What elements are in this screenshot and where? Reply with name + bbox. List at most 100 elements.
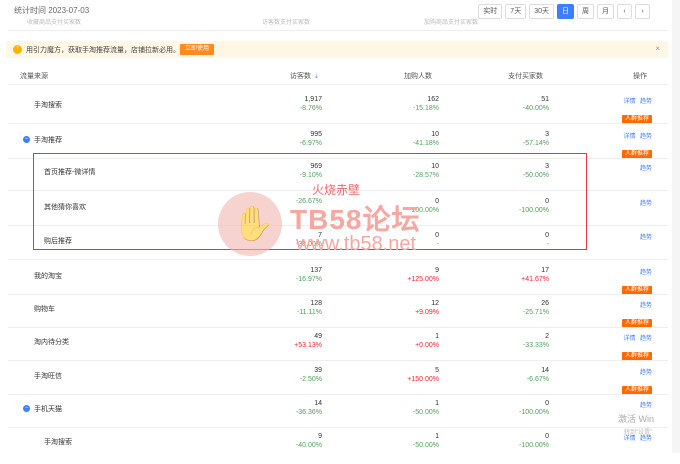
lightbulb-icon: ! [13, 45, 22, 54]
metric-value: 995 [310, 131, 322, 138]
metric-cell: 17 +41.67% [469, 266, 549, 284]
metric-cell: 39 -2.50% [242, 366, 322, 384]
trend-link[interactable]: 趋势 [640, 303, 652, 309]
detail-link[interactable]: 详情 [624, 99, 636, 105]
metric-change: -2.50% [299, 376, 322, 383]
trend-link[interactable]: 趋势 [640, 134, 652, 140]
metric-change: -100.00% [519, 409, 549, 416]
table-row: − 手机天猫 14 -36.36% 1 -50.00% 0 -100.00% 趋势 [0, 395, 670, 431]
col-buyers: 支付买家数 [508, 73, 543, 80]
metric-value: 128 [310, 300, 322, 307]
table-row: 手淘搜索 1,917 -8.76% 162 -15.18% 51 -40.00%… [0, 91, 670, 127]
row-actions: 趋势 人群推荐 [612, 365, 652, 396]
metric-cell: 14 -6.67% [469, 366, 549, 384]
metric-value: 39 [314, 367, 322, 374]
trend-link[interactable]: 趋势 [640, 99, 652, 105]
metric-change: -40.00% [522, 105, 549, 112]
metric-value: 1 [435, 400, 439, 407]
row-actions: 详情 趋势 人群推荐 [612, 94, 652, 125]
top-bar: 统计时间 2023-07-03 收藏商品支付买家数 访客数支付买家数 加购商品支… [0, 0, 680, 26]
metric-cell: 14 -36.36% [242, 399, 322, 417]
row-actions: 趋势 [612, 230, 652, 243]
close-icon[interactable]: × [655, 44, 660, 53]
os-activation-sub: 转到"设置" [624, 430, 653, 436]
metric-change: -100.00% [519, 442, 549, 449]
metric-change: -6.97% [299, 140, 322, 147]
period-realtime[interactable]: 实时 [478, 4, 503, 19]
period-day[interactable]: 日 [557, 4, 574, 19]
metric-value: 1,917 [304, 96, 322, 103]
row-actions: 趋势 人群推荐 [612, 265, 652, 296]
metric-value: 14 [314, 400, 322, 407]
metric-change: -33.33% [522, 342, 549, 349]
row-source-name: 手机天猫 [34, 406, 62, 413]
metric-cell: 10 -41.18% [359, 130, 439, 148]
metric-change: -6.67% [526, 376, 549, 383]
metric-cell: 51 -40.00% [469, 95, 549, 113]
collapse-icon[interactable]: − [23, 136, 30, 143]
period-switcher: 实时 7天 30天 日 周 月 ‹ › [478, 4, 650, 19]
metric-change: -36.36% [295, 409, 322, 416]
trend-link[interactable]: 趋势 [640, 270, 652, 276]
period-7d[interactable]: 7天 [505, 4, 527, 19]
metric-value: 3 [545, 131, 549, 138]
next-arrow-icon[interactable]: › [635, 4, 650, 19]
metric-value: 12 [431, 300, 439, 307]
table-row: 我的淘宝 137 -16.97% 9 +125.00% 17 +41.67% 趋… [0, 262, 670, 298]
metric-change: -50.00% [412, 442, 439, 449]
metric-cell: 12 +9.09% [359, 299, 439, 317]
table-row: 手淘搜索 9 -40.00% 1 -50.00% 0 -100.00% 详情 趋… [0, 428, 670, 464]
period-30d[interactable]: 30天 [529, 4, 554, 19]
row-actions: 趋势 [612, 398, 652, 411]
trend-link[interactable]: 趋势 [640, 166, 652, 172]
detail-link[interactable]: 详情 [624, 134, 636, 140]
promo-banner: ! 用引力魔方，获取手淘推荐流量，店铺拉新必用。 立即使用 × [6, 41, 668, 58]
row-actions: 趋势 [612, 196, 652, 209]
trend-link[interactable]: 趋势 [640, 436, 652, 442]
metric-value: 137 [310, 267, 322, 274]
divider [8, 259, 668, 260]
col-visitors-label: 访客数 [290, 73, 311, 80]
scrollbar[interactable] [672, 0, 680, 453]
trend-link[interactable]: 趋势 [640, 235, 652, 241]
sort-icon[interactable]: ⇣ [314, 73, 319, 80]
trend-link[interactable]: 趋势 [640, 403, 652, 409]
metric-value: 10 [431, 131, 439, 138]
metric-cell: 9 -40.00% [242, 432, 322, 450]
metric-cell: 0 -100.00% [469, 432, 549, 450]
col-visitors[interactable]: 访客数 ⇣ [290, 71, 319, 81]
banner-use-button[interactable]: 立即使用 [180, 44, 214, 55]
metric-cell: 1 -50.00% [359, 399, 439, 417]
metric-value: 9 [435, 267, 439, 274]
metric-cell: 162 -15.18% [359, 95, 439, 113]
metric-cell: 9 +125.00% [359, 266, 439, 284]
detail-link[interactable]: 详情 [624, 336, 636, 342]
table-row: 手淘旺信 39 -2.50% 5 +150.00% 14 -6.67% 趋势 人群… [0, 362, 670, 398]
row-source-name: 手淘搜索 [44, 439, 72, 446]
prev-arrow-icon[interactable]: ‹ [617, 4, 632, 19]
metric-value: 14 [541, 367, 549, 374]
metric-change: -25.71% [522, 309, 549, 316]
row-actions: 详情 趋势 人群推荐 [612, 331, 652, 362]
os-activation-notice: 激活 Win [618, 414, 655, 424]
sub-header: 加购商品支付买家数 [424, 20, 479, 26]
watermark-hand-icon [218, 192, 282, 256]
metric-change: +9.09% [415, 309, 439, 316]
row-source-name: 购物车 [34, 306, 55, 313]
col-addcart: 加购人数 [404, 73, 432, 80]
metric-cell: 0 -100.00% [469, 399, 549, 417]
trend-link[interactable]: 趋势 [640, 201, 652, 207]
detail-link[interactable]: 详情 [624, 436, 636, 442]
metric-cell: 1 -50.00% [359, 432, 439, 450]
metric-cell: 128 -11.11% [242, 299, 322, 317]
period-month[interactable]: 月 [597, 4, 614, 19]
sub-header: 访客数支付买家数 [262, 20, 311, 26]
period-week[interactable]: 周 [577, 4, 594, 19]
trend-link[interactable]: 趋势 [640, 336, 652, 342]
metric-change: -41.18% [412, 140, 439, 147]
metric-value: 17 [541, 267, 549, 274]
collapse-icon[interactable]: − [23, 405, 30, 412]
row-source-name: 手淘搜索 [34, 102, 62, 109]
metric-value: 1 [435, 333, 439, 340]
trend-link[interactable]: 趋势 [640, 370, 652, 376]
